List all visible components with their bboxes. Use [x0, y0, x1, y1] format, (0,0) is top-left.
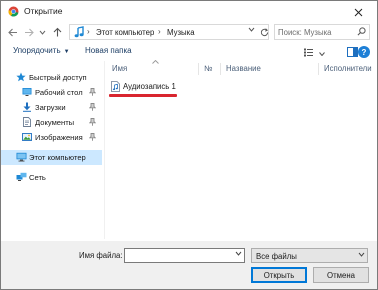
address-history-dropdown[interactable] [248, 27, 255, 34]
close-button[interactable] [351, 6, 365, 18]
filetype-select[interactable]: Все файлы [251, 248, 368, 263]
organize-button[interactable]: Упорядочить ▼ [13, 46, 70, 55]
pin-icon [88, 103, 97, 111]
pin-icon [88, 133, 97, 141]
forward-button[interactable] [23, 25, 35, 39]
help-button[interactable]: ? [358, 46, 370, 58]
arrow-left-icon [8, 28, 17, 36]
nav-item-quick-access[interactable]: Быстрый доступ [1, 70, 102, 85]
file-row[interactable]: Аудиозапись 1 [111, 79, 291, 94]
filetype-dropdown-icon [358, 252, 365, 259]
filetype-value: Все файлы [256, 252, 297, 261]
column-header-number[interactable]: № [204, 64, 212, 73]
cancel-button[interactable]: Отмена [313, 267, 369, 283]
filename-input[interactable] [127, 250, 227, 261]
nav-item-downloads[interactable]: Загрузки [1, 100, 102, 115]
audio-file-icon [111, 81, 120, 94]
column-divider[interactable] [198, 63, 199, 75]
column-divider[interactable] [318, 63, 319, 75]
dialog-footer: Имя файла: Все файлы Открыть Отмена [1, 241, 377, 289]
computer-icon [16, 152, 27, 162]
arrow-up-icon [53, 27, 61, 37]
sort-arrow-icon [152, 59, 159, 66]
chevron-down-icon [39, 30, 45, 35]
chevron-down-icon [319, 51, 325, 56]
column-divider[interactable] [220, 63, 221, 75]
column-header-title[interactable]: Название [226, 64, 261, 73]
address-bar[interactable]: › Этот компьютер › Музыка [69, 24, 269, 40]
search-input[interactable] [278, 26, 354, 38]
refresh-icon [260, 27, 268, 36]
highlight-underline [109, 94, 177, 97]
nav-item-this-pc[interactable]: Этот компьютер [1, 150, 102, 165]
pin-icon [88, 88, 97, 96]
breadcrumb-this-pc[interactable]: Этот компьютер [96, 28, 154, 37]
column-header-name[interactable]: Имя [112, 64, 127, 73]
change-view-button[interactable] [304, 48, 315, 59]
star-icon [16, 72, 26, 82]
details-view-icon [304, 48, 313, 56]
nav-label: Сеть [29, 173, 46, 182]
view-dropdown[interactable] [319, 49, 325, 58]
preview-pane-icon [347, 47, 358, 57]
nav-item-pictures[interactable]: Изображения [1, 130, 102, 145]
pin-icon [88, 118, 97, 126]
search-box[interactable] [274, 24, 370, 40]
command-bar: Упорядочить ▼ Новая папка ? [1, 44, 377, 62]
new-folder-button[interactable]: Новая папка [85, 46, 132, 55]
chevron-down-icon [235, 251, 242, 256]
title-bar: Открытие [1, 1, 377, 22]
back-button[interactable] [7, 25, 19, 39]
network-icon [16, 172, 27, 182]
nav-label: Документы [35, 118, 75, 127]
open-button[interactable]: Открыть [251, 267, 307, 283]
window-title: Открытие [24, 6, 63, 16]
nav-item-desktop[interactable]: Рабочий стол [1, 85, 102, 100]
arrow-right-icon [25, 28, 34, 36]
nav-label: Рабочий стол [35, 88, 83, 97]
filename-combobox[interactable] [124, 248, 245, 263]
chevron-down-icon [248, 27, 255, 32]
download-icon [22, 102, 32, 112]
recent-locations-button[interactable] [38, 25, 46, 39]
address-row: › Этот компьютер › Музыка [1, 22, 377, 44]
search-icon[interactable] [357, 27, 366, 38]
file-name: Аудиозапись 1 [123, 82, 176, 91]
preview-pane-button[interactable] [347, 47, 358, 59]
breadcrumb-separator: › [87, 27, 90, 36]
nav-label: Быстрый доступ [29, 73, 87, 82]
view-options [304, 47, 358, 59]
pictures-icon [22, 132, 32, 142]
chrome-icon [8, 6, 19, 17]
documents-icon [22, 117, 32, 127]
filename-label: Имя файла: [79, 251, 123, 260]
column-header-artists[interactable]: Исполнители [324, 64, 372, 73]
file-list: Имя № Название Исполнители Аудиозапись 1 [105, 59, 377, 239]
navigation-pane: Быстрый доступ Рабочий стол Загрузки Док… [1, 64, 102, 239]
nav-label: Этот компьютер [29, 153, 86, 162]
filename-dropdown-button[interactable] [235, 251, 242, 258]
breadcrumb-separator: › [158, 27, 161, 36]
refresh-button[interactable] [258, 26, 270, 38]
music-folder-icon [73, 26, 85, 40]
up-button[interactable] [51, 25, 63, 39]
breadcrumb-music[interactable]: Музыка [167, 28, 195, 37]
nav-label: Загрузки [35, 103, 66, 112]
close-icon [354, 8, 362, 16]
desktop-icon [22, 87, 32, 97]
nav-item-network[interactable]: Сеть [1, 170, 102, 185]
organize-dropdown-icon: ▼ [63, 49, 70, 55]
organize-label: Упорядочить [13, 46, 61, 55]
nav-label: Изображения [35, 133, 83, 142]
nav-item-documents[interactable]: Документы [1, 115, 102, 130]
open-file-dialog: Открытие › Этот компьютер › Музыка Поиск… [0, 0, 378, 290]
